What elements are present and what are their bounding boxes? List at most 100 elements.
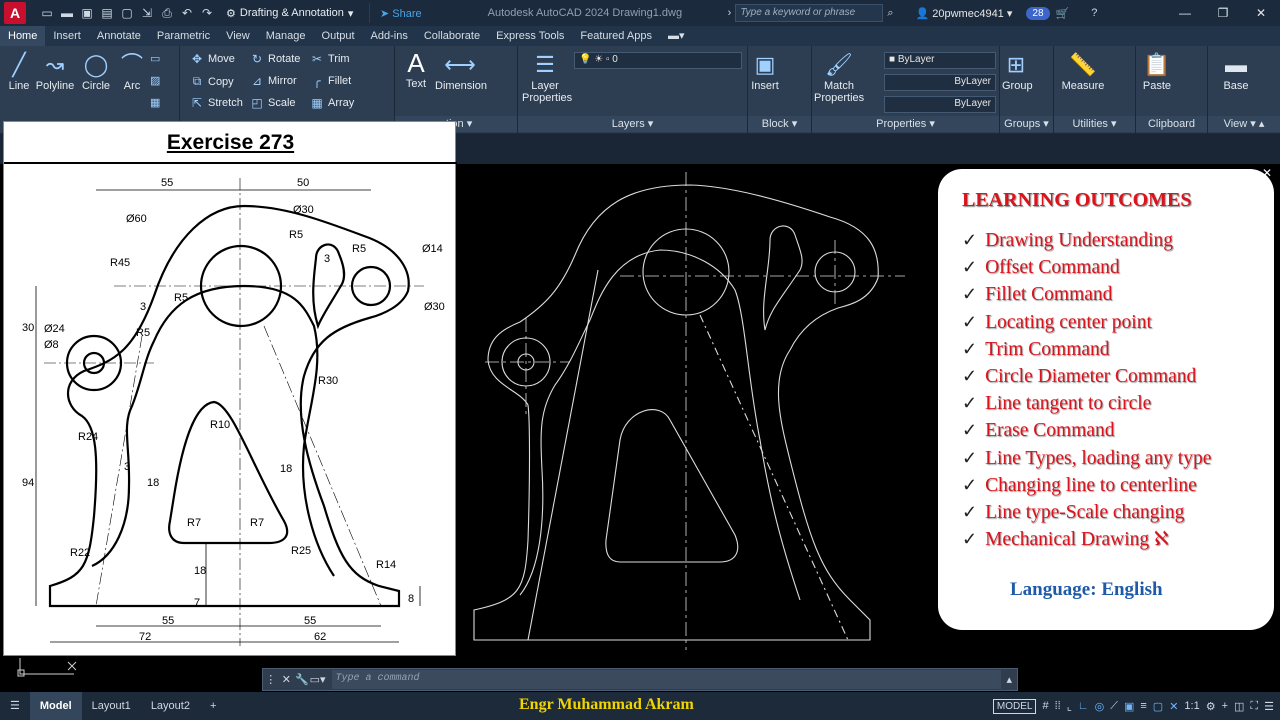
linetype-dropdown[interactable]: ByLayer: [884, 74, 996, 91]
isodraft-icon[interactable]: ⟋: [1110, 700, 1118, 713]
lineweight-dropdown[interactable]: ByLayer: [884, 96, 996, 113]
measure-button[interactable]: 📏 Measure: [1060, 52, 1106, 92]
insert-button[interactable]: ▣ Insert: [750, 52, 780, 92]
search-input[interactable]: Type a keyword or phrase: [735, 4, 884, 22]
autocad-logo[interactable]: A: [4, 2, 26, 24]
block-panel-label[interactable]: Block ▾: [748, 116, 811, 132]
save-icon[interactable]: ▣: [78, 5, 96, 21]
fullscreen-icon[interactable]: ⛶: [1250, 700, 1258, 713]
snap-icon[interactable]: ⁞⁞: [1055, 700, 1061, 712]
layer-dropdown[interactable]: 💡 ☀ ▫ 0: [574, 52, 742, 69]
tab-parametric[interactable]: Parametric: [149, 26, 218, 46]
tab-manage[interactable]: Manage: [258, 26, 314, 46]
tab-collaborate[interactable]: Collaborate: [416, 26, 488, 46]
selection-cycling-icon[interactable]: ▢: [1153, 700, 1163, 713]
import-icon[interactable]: ⇲: [138, 5, 156, 21]
tab-output[interactable]: Output: [314, 26, 363, 46]
tab-layout1[interactable]: Layout1: [82, 692, 141, 720]
layers-panel-label[interactable]: Layers ▾: [518, 116, 747, 132]
tab-model[interactable]: Model: [29, 692, 82, 720]
utilities-panel-label[interactable]: Utilities ▾: [1054, 116, 1135, 132]
rectangle-icon[interactable]: ▭: [150, 52, 160, 65]
grid-icon[interactable]: #: [1042, 700, 1048, 712]
workspace-switcher[interactable]: ⚙ Drafting & Annotation ▾: [222, 3, 370, 23]
new-file-icon[interactable]: ▭: [38, 5, 56, 21]
search-icon[interactable]: ⌕: [887, 7, 893, 20]
customize-icon[interactable]: 🔧: [294, 673, 310, 686]
list-item: ✓ Line tangent to circle: [962, 390, 1211, 417]
plot-icon[interactable]: ⎙: [158, 5, 176, 21]
close-icon[interactable]: ✕: [1242, 0, 1280, 26]
copy-button[interactable]: ⧉ Copy: [190, 74, 234, 89]
line-button[interactable]: ╱ Line: [6, 52, 32, 92]
view-panel-label[interactable]: View ▾ ▴: [1208, 116, 1280, 132]
osnap-icon[interactable]: ▣: [1124, 700, 1134, 713]
customize-status-icon[interactable]: ☰: [1264, 700, 1274, 713]
annotation-visibility-icon[interactable]: ✕: [1169, 700, 1178, 713]
mirror-button[interactable]: ⊿ Mirror: [250, 74, 297, 88]
tab-layout2[interactable]: Layout2: [141, 692, 200, 720]
command-prompt-icon[interactable]: ▭▾: [310, 673, 326, 686]
redo-icon[interactable]: ↷: [198, 5, 216, 21]
boundary-icon[interactable]: ▦: [150, 96, 160, 109]
tab-view[interactable]: View: [218, 26, 258, 46]
close-icon[interactable]: ✕: [279, 673, 295, 686]
model-space-badge[interactable]: MODEL: [992, 698, 1037, 714]
tab-annotate[interactable]: Annotate: [89, 26, 149, 46]
circle-button[interactable]: ◯ Circle: [80, 52, 112, 92]
user-account[interactable]: 👤 20pwmec4941 ▾: [915, 7, 1012, 20]
notifications-badge[interactable]: 28: [1026, 6, 1050, 20]
tab-add-ins[interactable]: Add-ins: [363, 26, 416, 46]
arc-button[interactable]: ⌒ Arc: [118, 52, 146, 92]
chevron-right-icon[interactable]: ›: [728, 7, 732, 19]
tab-home[interactable]: Home: [0, 26, 46, 46]
restore-icon[interactable]: ❐: [1204, 0, 1242, 26]
tab-featured-apps[interactable]: Featured Apps: [572, 26, 660, 46]
settings-icon[interactable]: ⚙: [1206, 700, 1216, 713]
fillet-button[interactable]: ╭ Fillet: [310, 74, 351, 88]
layer-properties-button[interactable]: ☰ Layer Properties: [522, 52, 572, 104]
groups-panel-label[interactable]: Groups ▾: [1000, 116, 1053, 132]
trim-button[interactable]: ✂ Trim: [310, 52, 350, 66]
minimize-icon[interactable]: —: [1166, 0, 1204, 26]
units-icon[interactable]: ◫: [1234, 700, 1244, 713]
undo-icon[interactable]: ↶: [178, 5, 196, 21]
cart-icon[interactable]: 🛒: [1056, 7, 1070, 20]
properties-panel-label[interactable]: Properties ▾: [812, 116, 999, 132]
chevron-up-icon[interactable]: ▴: [1001, 673, 1017, 686]
ortho-icon[interactable]: ∟: [1078, 700, 1089, 712]
add-layout-button[interactable]: +: [200, 692, 226, 720]
plus-icon[interactable]: +: [1222, 700, 1228, 712]
menu-icon[interactable]: ☰: [0, 692, 30, 720]
stretch-button[interactable]: ⇱ Stretch: [190, 96, 243, 110]
match-properties-button[interactable]: 🖌 Match Properties: [814, 52, 864, 104]
scale-button[interactable]: ◰ Scale: [250, 96, 295, 110]
color-dropdown[interactable]: ■ ByLayer: [884, 52, 996, 69]
paste-button[interactable]: 📋 Paste: [1142, 52, 1172, 92]
web-icon[interactable]: ▢: [118, 5, 136, 21]
drag-handle-icon[interactable]: ⋮: [263, 673, 279, 686]
move-button[interactable]: ✥ Move: [190, 52, 235, 66]
command-input[interactable]: Type a command: [331, 670, 1002, 689]
dimension-button[interactable]: ⟷ Dimension: [435, 52, 487, 92]
dim-text: R5: [352, 243, 366, 255]
save-as-icon[interactable]: ▤: [98, 5, 116, 21]
base-button[interactable]: ▬ Base: [1220, 52, 1252, 92]
rotate-button[interactable]: ↻ Rotate: [250, 52, 300, 66]
polar-icon[interactable]: ◎: [1095, 700, 1105, 713]
annotation-scale[interactable]: 1:1: [1184, 700, 1199, 712]
array-button[interactable]: ▦ Array: [310, 96, 354, 110]
tab-insert[interactable]: Insert: [45, 26, 89, 46]
text-button[interactable]: A Text: [403, 50, 429, 90]
polyline-button[interactable]: ↝ Polyline: [34, 52, 76, 92]
infer-icon[interactable]: ⌞: [1067, 700, 1072, 713]
tab-express-tools[interactable]: Express Tools: [488, 26, 572, 46]
panel-toggle-icon[interactable]: ▬▾: [660, 26, 693, 46]
hatch-icon[interactable]: ▨: [150, 74, 160, 87]
group-button[interactable]: ⊞ Group: [1002, 52, 1033, 92]
lineweight-icon[interactable]: ≡: [1140, 700, 1146, 712]
close-drawing-icon[interactable]: ✕: [1262, 166, 1272, 180]
share-button[interactable]: ➤ Share: [380, 7, 422, 20]
open-file-icon[interactable]: ▬: [58, 5, 76, 21]
help-icon[interactable]: ?: [1091, 7, 1097, 19]
